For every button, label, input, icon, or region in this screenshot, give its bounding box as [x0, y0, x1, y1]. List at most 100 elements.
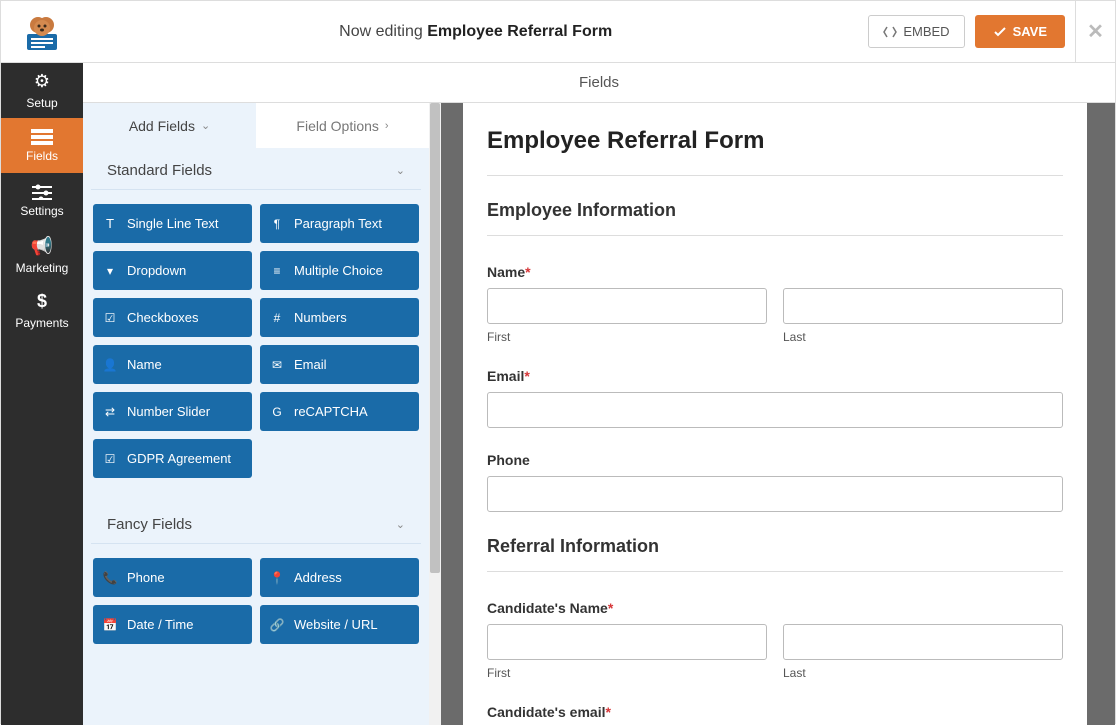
preview-area: Employee Referral Form Employee Informat…	[441, 103, 1115, 725]
phone-input[interactable]	[487, 476, 1063, 512]
last-name-input[interactable]	[783, 288, 1063, 324]
field-label: Dropdown	[127, 263, 186, 278]
topbar: Now editing Employee Referral Form EMBED…	[1, 1, 1115, 63]
chevron-right-icon: ›	[385, 120, 389, 132]
code-icon	[883, 26, 897, 38]
field-label: Email	[294, 357, 327, 372]
email-input[interactable]	[487, 392, 1063, 428]
name-row: First Last	[487, 288, 1063, 344]
field-dropdown[interactable]: ▾ Dropdown	[93, 251, 252, 290]
field-label: Website / URL	[294, 617, 378, 632]
nav-marketing[interactable]: 📢 Marketing	[1, 228, 83, 283]
nav-settings-label: Settings	[20, 204, 63, 218]
sidebar-scrollbar[interactable]	[429, 103, 441, 725]
field-label: Phone	[127, 570, 165, 585]
field-email-preview[interactable]: Email*	[487, 368, 1063, 428]
field-name-preview[interactable]: Name* First Last	[487, 264, 1063, 344]
hashtag-icon: #	[270, 311, 284, 325]
embed-button[interactable]: EMBED	[868, 15, 964, 48]
field-phone-preview[interactable]: Phone	[487, 452, 1063, 512]
email-label: Email*	[487, 368, 1063, 384]
tab-add-fields[interactable]: Add Fields ⌄	[83, 103, 256, 148]
dollar-icon: $	[37, 291, 47, 312]
nav-fields[interactable]: Fields	[1, 118, 83, 173]
logo	[1, 12, 83, 52]
close-button[interactable]: ✕	[1075, 1, 1115, 62]
title-area: Now editing Employee Referral Form	[83, 23, 868, 41]
section-fancy-label: Fancy Fields	[107, 516, 192, 533]
user-icon: 👤	[103, 358, 117, 372]
field-numbers[interactable]: #Numbers	[260, 298, 419, 337]
field-label: Multiple Choice	[294, 263, 383, 278]
field-multiple-choice[interactable]: ≡Multiple Choice	[260, 251, 419, 290]
scrollbar-thumb[interactable]	[430, 103, 440, 573]
field-candidate-name-preview[interactable]: Candidate's Name* First Last	[487, 600, 1063, 680]
candidate-last-input[interactable]	[783, 624, 1063, 660]
field-paragraph-text[interactable]: ¶ Paragraph Text	[260, 204, 419, 243]
text-icon: 𝖳	[103, 217, 117, 231]
candidate-first-input[interactable]	[487, 624, 767, 660]
close-icon: ✕	[1087, 19, 1104, 44]
candidate-name-row: First Last	[487, 624, 1063, 680]
leftnav: ⚙ Setup Fields Settings 📢 Marketing $ Pa…	[1, 63, 83, 725]
field-candidate-email-preview[interactable]: Candidate's email*	[487, 704, 1063, 720]
candidate-name-label: Candidate's Name*	[487, 600, 1063, 616]
field-checkboxes[interactable]: ☑Checkboxes	[93, 298, 252, 337]
first-sublabel: First	[487, 330, 767, 344]
nav-setup[interactable]: ⚙ Setup	[1, 63, 83, 118]
fields-icon	[31, 129, 53, 145]
save-label: SAVE	[1013, 24, 1047, 39]
section-referral-information[interactable]: Referral Information	[487, 536, 1063, 572]
required-asterisk: *	[605, 704, 610, 720]
fancy-fields-grid: 📞Phone 📍Address 📅Date / Time 🔗Website / …	[83, 544, 429, 668]
gear-icon: ⚙	[34, 71, 50, 92]
save-button[interactable]: SAVE	[975, 15, 1065, 48]
field-label: reCAPTCHA	[294, 404, 368, 419]
check-square-icon: ☑	[103, 311, 117, 325]
envelope-icon: ✉	[270, 358, 284, 372]
field-address[interactable]: 📍Address	[260, 558, 419, 597]
nav-payments[interactable]: $ Payments	[1, 283, 83, 338]
field-single-line-text[interactable]: 𝖳 Single Line Text	[93, 204, 252, 243]
field-email[interactable]: ✉ Email	[260, 345, 419, 384]
field-phone[interactable]: 📞Phone	[93, 558, 252, 597]
section-standard-label: Standard Fields	[107, 162, 212, 179]
fields-header-label: Fields	[579, 74, 619, 91]
field-label: Paragraph Text	[294, 216, 382, 231]
embed-label: EMBED	[903, 24, 949, 39]
form-name[interactable]: Employee Referral Form	[427, 23, 612, 40]
sidebar-tabs: Add Fields ⌄ Field Options ›	[83, 103, 429, 148]
sliders-icon	[32, 184, 52, 200]
bullhorn-icon: 📢	[31, 236, 53, 257]
field-number-slider[interactable]: ⇄Number Slider	[93, 392, 252, 431]
fields-header: Fields	[83, 63, 1115, 103]
paragraph-icon: ¶	[270, 217, 284, 231]
field-label: Single Line Text	[127, 216, 219, 231]
required-asterisk: *	[608, 600, 613, 616]
field-website[interactable]: 🔗Website / URL	[260, 605, 419, 644]
field-label: Number Slider	[127, 404, 210, 419]
tab-add-fields-label: Add Fields	[129, 118, 195, 134]
nav-fields-label: Fields	[26, 149, 58, 163]
name-label: Name*	[487, 264, 1063, 280]
section-fancy-fields[interactable]: Fancy Fields ⌄	[91, 502, 421, 544]
form-title[interactable]: Employee Referral Form	[487, 123, 1063, 175]
nav-settings[interactable]: Settings	[1, 173, 83, 228]
panels: Add Fields ⌄ Field Options › Standard Fi…	[83, 103, 1115, 725]
phone-label: Phone	[487, 452, 1063, 468]
tab-field-options[interactable]: Field Options ›	[256, 103, 429, 148]
form-preview[interactable]: Employee Referral Form Employee Informat…	[463, 103, 1087, 725]
nav-marketing-label: Marketing	[16, 261, 69, 275]
field-gdpr[interactable]: ☑GDPR Agreement	[93, 439, 252, 478]
field-datetime[interactable]: 📅Date / Time	[93, 605, 252, 644]
candidate-email-label: Candidate's email*	[487, 704, 1063, 720]
field-name[interactable]: 👤Name	[93, 345, 252, 384]
first-name-input[interactable]	[487, 288, 767, 324]
now-editing-label: Now editing	[339, 23, 423, 40]
nav-setup-label: Setup	[26, 96, 57, 110]
section-employee-information[interactable]: Employee Information	[487, 200, 1063, 236]
field-recaptcha[interactable]: GreCAPTCHA	[260, 392, 419, 431]
section-standard-fields[interactable]: Standard Fields ⌄	[91, 148, 421, 190]
field-label: Address	[294, 570, 342, 585]
caret-down-icon: ▾	[103, 264, 117, 278]
